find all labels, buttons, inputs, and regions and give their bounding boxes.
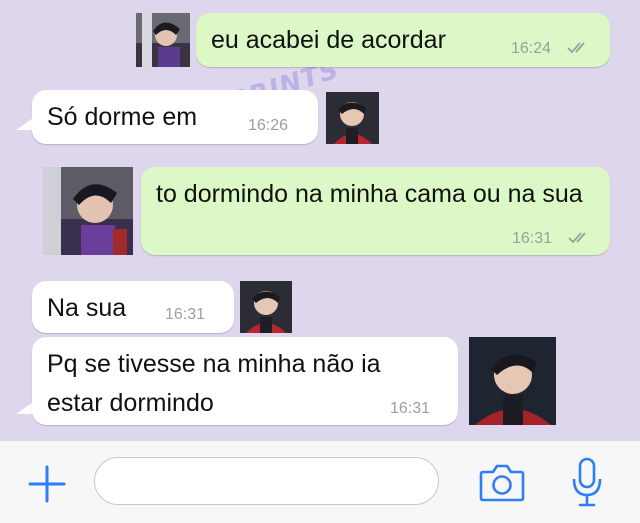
message-text: Pq se tivesse na minha não ia estar dorm… xyxy=(47,350,381,417)
message-bubble-incoming[interactable]: Pq se tivesse na minha não ia estar dorm… xyxy=(32,337,458,425)
avatar xyxy=(136,13,190,67)
input-bar xyxy=(0,440,640,523)
avatar xyxy=(469,337,556,425)
message-bubble-outgoing[interactable]: to dormindo na minha cama ou na sua 16:3… xyxy=(141,167,610,255)
message-time: 16:31 xyxy=(512,230,553,247)
plus-icon[interactable] xyxy=(27,464,67,504)
camera-icon[interactable] xyxy=(479,462,525,502)
message-bubble-outgoing[interactable]: eu acabei de acordar 16:24 xyxy=(196,13,610,67)
avatar xyxy=(326,92,379,144)
avatar xyxy=(43,167,133,255)
message-bubble-incoming[interactable]: Na sua 16:31 xyxy=(32,281,234,333)
message-time: 16:26 xyxy=(248,117,289,134)
message-time: 16:31 xyxy=(390,400,431,417)
chat-area: @OSPRINTS eu acabei de acordar 16:24 Só … xyxy=(0,0,640,440)
microphone-icon[interactable] xyxy=(570,457,604,507)
double-check-icon xyxy=(567,42,585,54)
message-bubble-incoming[interactable]: Só dorme em 16:26 xyxy=(32,90,318,144)
double-check-icon xyxy=(568,232,586,244)
avatar xyxy=(240,281,292,333)
message-text: to dormindo na minha cama ou na sua xyxy=(156,180,583,208)
message-time: 16:24 xyxy=(511,40,552,57)
message-input[interactable] xyxy=(94,457,439,505)
message-time: 16:31 xyxy=(165,306,206,323)
